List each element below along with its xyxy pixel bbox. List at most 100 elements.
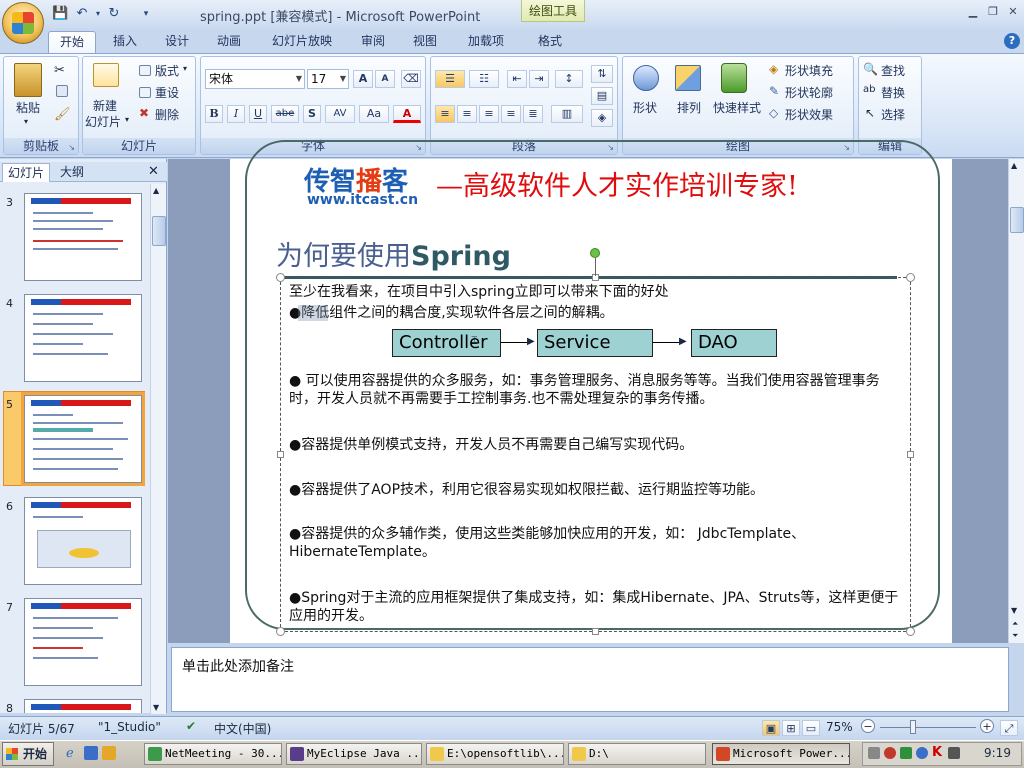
shape-fill-button[interactable]: 形状填充	[785, 62, 833, 79]
tray-app-icon[interactable]	[884, 747, 896, 759]
resize-handle[interactable]	[276, 627, 285, 636]
controller-box[interactable]: Controller	[392, 329, 501, 357]
tab-format[interactable]: 格式	[528, 31, 572, 53]
zoom-slider-thumb[interactable]	[910, 720, 916, 734]
bold-button[interactable]: B	[205, 105, 223, 123]
taskbar-powerpoint[interactable]: Microsoft Power...	[712, 743, 850, 765]
strikethrough-button[interactable]: abe	[271, 105, 299, 123]
new-slide-label-1[interactable]: 新建	[93, 97, 117, 114]
italic-button[interactable]: I	[227, 105, 245, 123]
find-button[interactable]: 查找	[881, 62, 905, 79]
tray-k-icon[interactable]: K	[932, 745, 942, 760]
network-icon[interactable]	[868, 747, 880, 759]
scroll-down-icon[interactable]: ▼	[1011, 606, 1017, 615]
show-desktop-icon[interactable]	[84, 746, 98, 760]
resize-handle[interactable]	[906, 627, 915, 636]
slide-thumbnail-4[interactable]	[24, 294, 142, 382]
format-painter-icon[interactable]: 🖌	[54, 107, 71, 122]
tab-design[interactable]: 设计	[156, 31, 198, 53]
quick-styles-icon[interactable]	[721, 63, 747, 93]
layout-button[interactable]: 版式	[155, 62, 179, 79]
ie-icon[interactable]: ℯ	[66, 746, 74, 761]
distribute-icon[interactable]: ≣	[523, 105, 543, 123]
resize-handle[interactable]	[277, 451, 284, 458]
restore-icon[interactable]: ❐	[984, 4, 1002, 20]
tab-animations[interactable]: 动画	[208, 31, 250, 53]
copy-icon[interactable]	[56, 85, 68, 97]
minimize-icon[interactable]: ▁	[964, 4, 982, 20]
spell-check-icon[interactable]: ✔	[186, 719, 196, 733]
slide-scrollbar[interactable]: ▲ ▼ ⏶ ⏷	[1008, 159, 1024, 643]
shrink-font-button[interactable]: A	[375, 70, 395, 88]
select-icon[interactable]: ↖	[865, 106, 875, 120]
slide-title[interactable]: 为何要使用Spring	[276, 234, 511, 273]
select-button[interactable]: 选择	[881, 106, 905, 123]
delete-icon[interactable]: ✖	[139, 106, 149, 120]
clipboard-launcher-icon[interactable]: ↘	[68, 143, 75, 152]
shape-outline-icon[interactable]: ✎	[769, 84, 779, 98]
align-text-icon[interactable]: ▤	[591, 87, 613, 105]
new-slide-dropdown-icon[interactable]: ▾	[125, 115, 129, 124]
tab-view[interactable]: 视图	[404, 31, 446, 53]
resize-handle[interactable]	[906, 273, 915, 282]
close-icon[interactable]: ✕	[1004, 4, 1022, 20]
text-direction-icon[interactable]: ⇅	[591, 65, 613, 83]
next-slide-icon[interactable]: ⏷	[1012, 631, 1018, 641]
font-name-dropdown-icon[interactable]: ▼	[296, 70, 302, 88]
zoom-in-icon[interactable]: +	[980, 719, 994, 733]
undo-icon[interactable]: ↶	[74, 6, 90, 22]
replace-icon[interactable]: ab	[863, 84, 875, 95]
align-right-icon[interactable]: ≡	[479, 105, 499, 123]
resize-handle[interactable]	[907, 451, 914, 458]
tray-app-icon[interactable]	[916, 747, 928, 759]
smartart-icon[interactable]: ◈	[591, 109, 613, 127]
increase-indent-icon[interactable]: ⇥	[529, 70, 549, 88]
underline-button[interactable]: U	[249, 105, 267, 123]
thumbnail-scroll-thumb[interactable]	[152, 216, 166, 246]
columns-icon[interactable]: ▥	[551, 105, 583, 123]
new-slide-icon[interactable]	[93, 63, 119, 87]
tab-review[interactable]: 审阅	[352, 31, 394, 53]
close-pane-icon[interactable]: ✕	[148, 164, 159, 179]
reset-icon[interactable]	[139, 87, 151, 98]
delete-button[interactable]: 删除	[155, 106, 179, 123]
font-name-combo[interactable]: 宋体 ▼	[205, 69, 305, 89]
char-spacing-button[interactable]: AV	[325, 105, 355, 123]
volume-icon[interactable]	[948, 747, 960, 759]
help-icon[interactable]: ?	[1004, 33, 1020, 49]
slideshow-view-icon[interactable]: ▭	[802, 720, 820, 736]
taskbar-myeclipse[interactable]: MyEclipse Java ...	[286, 743, 422, 765]
shape-effects-icon[interactable]: ◇	[769, 106, 778, 120]
tab-addins[interactable]: 加载项	[458, 31, 514, 53]
scroll-up-icon[interactable]: ▲	[1011, 161, 1017, 170]
slide-thumbnail-8[interactable]	[24, 699, 142, 713]
cut-icon[interactable]: ✂	[54, 63, 65, 78]
language-indicator[interactable]: 中文(中国)	[214, 720, 271, 737]
slide-scroll-thumb[interactable]	[1010, 207, 1024, 233]
redo-icon[interactable]: ↻	[106, 6, 122, 22]
new-slide-label-2[interactable]: 幻灯片	[85, 113, 121, 130]
numbering-icon[interactable]: ☷	[469, 70, 499, 88]
layout-icon[interactable]	[139, 65, 151, 76]
zoom-slider-track[interactable]	[880, 727, 976, 728]
taskbar-netmeeting[interactable]: NetMeeting - 30...	[144, 743, 282, 765]
clear-format-icon[interactable]: ⌫	[401, 70, 421, 88]
fit-to-window-icon[interactable]: ⤢	[1000, 720, 1018, 736]
normal-view-icon[interactable]: ▣	[762, 720, 780, 736]
start-button[interactable]: 开始	[2, 742, 54, 766]
shape-outline-button[interactable]: 形状轮廓	[785, 84, 833, 101]
tray-app-icon[interactable]	[900, 747, 912, 759]
scroll-up-icon[interactable]: ▲	[153, 186, 159, 195]
zoom-out-icon[interactable]: −	[861, 719, 875, 733]
undo-dropdown-icon[interactable]: ▾	[90, 6, 106, 22]
replace-button[interactable]: 替换	[881, 84, 905, 101]
shapes-button[interactable]: 形状	[633, 99, 657, 116]
tab-insert[interactable]: 插入	[104, 31, 146, 53]
slide-thumbnail-6[interactable]	[24, 497, 142, 585]
slide-thumbnail-5[interactable]	[21, 392, 145, 486]
service-box[interactable]: Service	[537, 329, 653, 357]
taskbar-opensoftlib-folder[interactable]: E:\opensoftlib\...	[426, 743, 564, 765]
shape-fill-icon[interactable]: ◈	[769, 62, 778, 76]
align-left-icon[interactable]: ≡	[435, 105, 455, 123]
tab-slideshow[interactable]: 幻灯片放映	[262, 31, 342, 53]
